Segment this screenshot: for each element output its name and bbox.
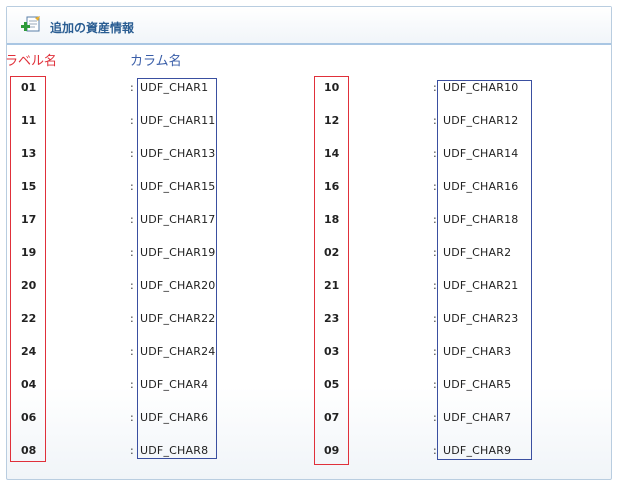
right-label-value: 12 — [324, 114, 340, 127]
left-separator: : — [130, 180, 134, 193]
field-row: 24: UDF_CHAR24 03: UDF_CHAR3 — [0, 345, 622, 359]
left-separator: : — [130, 345, 134, 358]
right-label-value: 21 — [324, 279, 340, 292]
left-label-value: 08 — [21, 444, 37, 457]
right-column-value: UDF_CHAR16 — [443, 180, 519, 193]
field-row: 11: UDF_CHAR11 12: UDF_CHAR12 — [0, 114, 622, 128]
right-column-value: UDF_CHAR21 — [443, 279, 519, 292]
right-separator: : — [433, 279, 437, 292]
right-separator: : — [433, 213, 437, 226]
right-label-value: 16 — [324, 180, 340, 193]
right-label-value: 02 — [324, 246, 340, 259]
left-separator: : — [130, 378, 134, 391]
left-separator: : — [130, 246, 134, 259]
field-row: 01: UDF_CHAR1 10: UDF_CHAR10 — [0, 81, 622, 95]
left-column-value: UDF_CHAR4 — [140, 378, 209, 391]
left-separator: : — [130, 213, 134, 226]
right-column-value: UDF_CHAR12 — [443, 114, 519, 127]
right-label-value: 05 — [324, 378, 340, 391]
left-column-value: UDF_CHAR17 — [140, 213, 216, 226]
field-row: 19: UDF_CHAR19 02: UDF_CHAR2 — [0, 246, 622, 260]
right-column-value: UDF_CHAR2 — [443, 246, 512, 259]
right-separator: : — [433, 444, 437, 457]
right-label-value: 09 — [324, 444, 340, 457]
field-row: 15: UDF_CHAR15 16: UDF_CHAR16 — [0, 180, 622, 194]
left-column-value: UDF_CHAR22 — [140, 312, 216, 325]
right-column-value: UDF_CHAR3 — [443, 345, 512, 358]
right-column-value: UDF_CHAR23 — [443, 312, 519, 325]
field-row: 22: UDF_CHAR22 23: UDF_CHAR23 — [0, 312, 622, 326]
left-label-value: 04 — [21, 378, 37, 391]
left-column-value: UDF_CHAR1 — [140, 81, 209, 94]
left-column-value: UDF_CHAR8 — [140, 444, 209, 457]
left-column-value: UDF_CHAR11 — [140, 114, 216, 127]
field-row: 17: UDF_CHAR17 18: UDF_CHAR18 — [0, 213, 622, 227]
right-column-value: UDF_CHAR18 — [443, 213, 519, 226]
left-separator: : — [130, 81, 134, 94]
left-column-value: UDF_CHAR20 — [140, 279, 216, 292]
left-label-value: 24 — [21, 345, 37, 358]
field-mapping-list: 01: UDF_CHAR1 10: UDF_CHAR10 11: UDF_CHAR11 12… — [0, 0, 622, 486]
right-column-value: UDF_CHAR5 — [443, 378, 512, 391]
left-label-value: 17 — [21, 213, 37, 226]
right-label-value: 14 — [324, 147, 340, 160]
right-separator: : — [433, 411, 437, 424]
right-column-value: UDF_CHAR14 — [443, 147, 519, 160]
right-label-value: 23 — [324, 312, 340, 325]
left-label-value: 19 — [21, 246, 37, 259]
right-label-value: 10 — [324, 81, 340, 94]
right-separator: : — [433, 180, 437, 193]
field-row: 08: UDF_CHAR8 09: UDF_CHAR9 — [0, 444, 622, 458]
left-column-value: UDF_CHAR13 — [140, 147, 216, 160]
right-label-value: 18 — [324, 213, 340, 226]
left-column-value: UDF_CHAR15 — [140, 180, 216, 193]
left-separator: : — [130, 312, 134, 325]
field-row: 20: UDF_CHAR20 21: UDF_CHAR21 — [0, 279, 622, 293]
left-column-value: UDF_CHAR24 — [140, 345, 216, 358]
left-label-value: 06 — [21, 411, 37, 424]
left-label-value: 22 — [21, 312, 37, 325]
left-label-value: 11 — [21, 114, 37, 127]
left-separator: : — [130, 444, 134, 457]
left-column-value: UDF_CHAR6 — [140, 411, 209, 424]
left-label-value: 20 — [21, 279, 37, 292]
left-label-value: 01 — [21, 81, 37, 94]
field-row: 04: UDF_CHAR4 05: UDF_CHAR5 — [0, 378, 622, 392]
right-column-value: UDF_CHAR9 — [443, 444, 512, 457]
right-column-value: UDF_CHAR7 — [443, 411, 512, 424]
right-label-value: 03 — [324, 345, 340, 358]
left-separator: : — [130, 411, 134, 424]
right-separator: : — [433, 246, 437, 259]
left-separator: : — [130, 114, 134, 127]
right-label-value: 07 — [324, 411, 340, 424]
right-separator: : — [433, 378, 437, 391]
right-separator: : — [433, 81, 437, 94]
left-separator: : — [130, 147, 134, 160]
left-column-value: UDF_CHAR19 — [140, 246, 216, 259]
right-separator: : — [433, 345, 437, 358]
right-column-value: UDF_CHAR10 — [443, 81, 519, 94]
field-row: 13: UDF_CHAR13 14: UDF_CHAR14 — [0, 147, 622, 161]
right-separator: : — [433, 147, 437, 160]
left-label-value: 15 — [21, 180, 37, 193]
right-separator: : — [433, 114, 437, 127]
right-separator: : — [433, 312, 437, 325]
left-separator: : — [130, 279, 134, 292]
left-label-value: 13 — [21, 147, 37, 160]
field-row: 06: UDF_CHAR6 07: UDF_CHAR7 — [0, 411, 622, 425]
